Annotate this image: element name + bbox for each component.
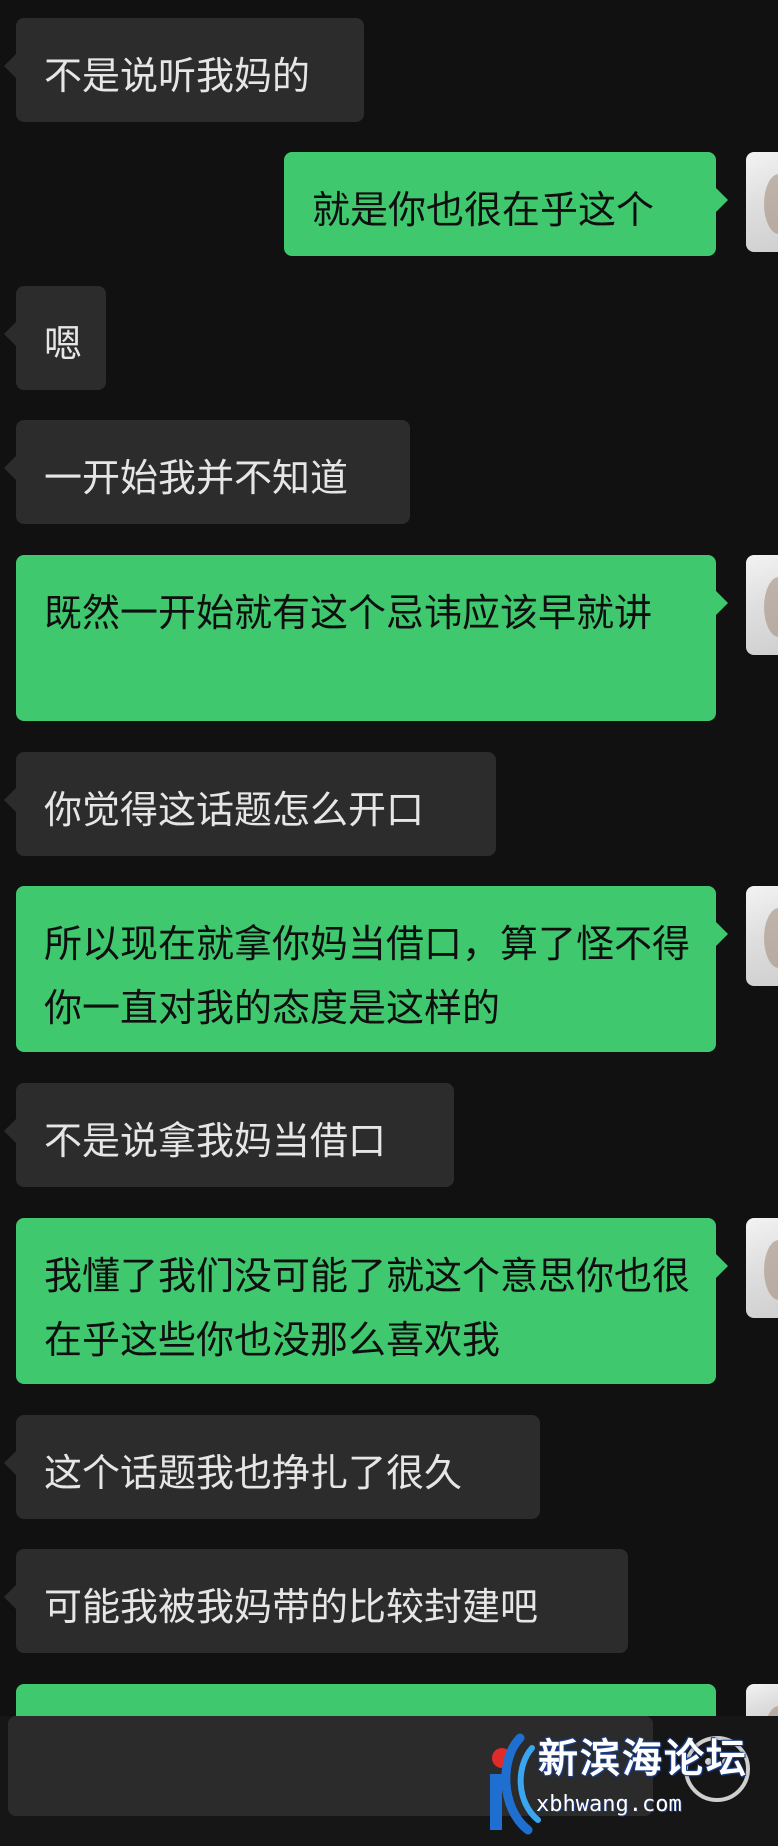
message-incoming[interactable]: 不是说听我妈的 [4,18,364,122]
message-incoming[interactable]: 一开始我并不知道 [4,420,410,524]
message-outgoing[interactable]: 就是你也很在乎这个 [284,152,728,256]
message-incoming[interactable]: 可能我被我妈带的比较封建吧 [4,1549,628,1653]
message-outgoing[interactable]: 我懂了我们没可能了就这个意思你也很在乎这些你也没那么喜欢我 [16,1218,728,1384]
watermark-url: xbhwang.com [536,1792,682,1817]
chat-view: 不是说听我妈的 就是你也很在乎这个 嗯 一开始我并不知道 既然一开始就有这个忌讳… [0,0,778,1846]
avatar[interactable] [746,555,778,655]
message-outgoing[interactable]: 所以现在就拿你妈当借口，算了怪不得你一直对我的态度是这样的 [16,886,728,1052]
watermark-name: 新滨海论坛 [538,1736,748,1782]
avatar[interactable] [746,886,778,986]
message-incoming[interactable]: 你觉得这话题怎么开口 [4,752,496,856]
avatar[interactable] [746,152,778,252]
message-incoming[interactable]: 这个话题我也挣扎了很久 [4,1415,540,1519]
watermark: 新滨海论坛 xbhwang.com [480,1718,778,1846]
message-incoming[interactable]: 不是说拿我妈当借口 [4,1083,454,1187]
message-outgoing[interactable]: 既然一开始就有这个忌讳应该早就讲 [16,555,728,721]
message-incoming[interactable]: 嗯 [4,286,106,390]
avatar[interactable] [746,1218,778,1318]
